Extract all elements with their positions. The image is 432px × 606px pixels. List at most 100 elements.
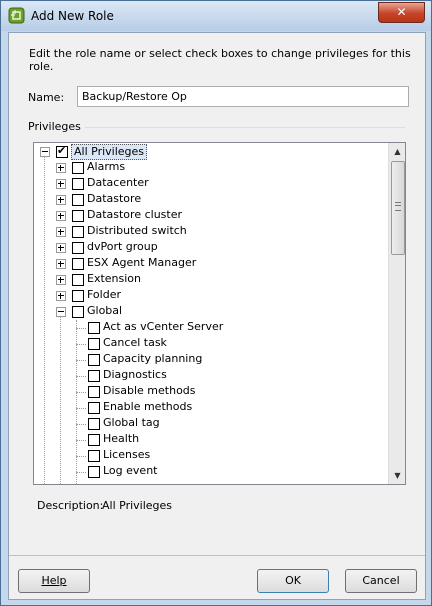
description-value: All Privileges <box>102 499 173 512</box>
tree-node-label: Log event <box>103 464 158 477</box>
window-title: Add New Role <box>31 9 114 23</box>
tree-node-label: Global tag <box>103 416 160 429</box>
expand-icon[interactable] <box>56 163 66 173</box>
tree-node-datastore[interactable]: Datastore <box>34 192 386 208</box>
privilege-checkbox[interactable] <box>72 242 84 254</box>
expand-icon[interactable] <box>56 259 66 269</box>
tree-node-label: Folder <box>87 288 121 301</box>
scroll-down-arrow-icon[interactable]: ▼ <box>389 467 405 484</box>
help-button[interactable]: Help <box>18 569 90 593</box>
tree-node-global[interactable]: Global <box>34 304 386 320</box>
ok-button[interactable]: OK <box>257 569 329 593</box>
tree-node-folder[interactable]: Folder <box>34 288 386 304</box>
tree-node-label: Cancel task <box>103 336 167 349</box>
tree-node-log-event[interactable]: Log event <box>34 464 386 480</box>
button-separator <box>9 555 425 556</box>
privilege-checkbox[interactable] <box>72 274 84 286</box>
tree-node-label: Global <box>87 304 123 317</box>
grip-icon <box>395 202 401 211</box>
tree-node-disable-methods[interactable]: Disable methods <box>34 384 386 400</box>
tree-node-label: dvPort group <box>87 240 158 253</box>
expand-icon[interactable] <box>56 291 66 301</box>
tree-node-label: Diagnostics <box>103 368 167 381</box>
privileges-tree[interactable]: All PrivilegesAlarms Datacenter Datastore D… <box>33 142 406 485</box>
vertical-scrollbar[interactable]: ▲ ▼ <box>388 143 405 484</box>
privilege-checkbox[interactable] <box>56 144 68 158</box>
tree-node-distributed-switch[interactable]: Distributed switch <box>34 224 386 240</box>
privilege-checkbox[interactable] <box>72 258 84 270</box>
tree-node-label: Datastore <box>87 192 142 205</box>
tree-node-label: Act as vCenter Server <box>103 320 224 333</box>
tree-node-label: Extension <box>87 272 142 285</box>
scroll-thumb[interactable] <box>391 161 405 255</box>
privilege-checkbox[interactable] <box>72 178 84 190</box>
privilege-checkbox[interactable] <box>88 466 100 478</box>
name-label: Name: <box>28 91 65 104</box>
expand-icon[interactable] <box>56 179 66 189</box>
close-icon: ✕ <box>396 5 407 19</box>
tree-node-health[interactable]: Health <box>34 432 386 448</box>
tree-node-label: Disable methods <box>103 384 196 397</box>
tree-connector <box>76 320 78 484</box>
expand-icon[interactable] <box>56 211 66 221</box>
title-bar[interactable]: Add New Role ✕ <box>1 1 431 31</box>
tree-node-licenses[interactable]: Licenses <box>34 448 386 464</box>
expand-icon[interactable] <box>56 275 66 285</box>
tree-node-datastore-cluster[interactable]: Datastore cluster <box>34 208 386 224</box>
privilege-checkbox[interactable] <box>88 434 100 446</box>
privilege-checkbox[interactable] <box>88 370 100 382</box>
tree-node-enable-methods[interactable]: Enable methods <box>34 400 386 416</box>
tree-node-capacity-planning[interactable]: Capacity planning <box>34 352 386 368</box>
privilege-checkbox[interactable] <box>72 226 84 238</box>
privilege-checkbox[interactable] <box>88 402 100 414</box>
tree-connector <box>60 316 62 484</box>
instructions-text: Edit the role name or select check boxes… <box>29 47 411 73</box>
role-name-input[interactable]: Backup/Restore Op <box>77 86 409 107</box>
privilege-checkbox[interactable] <box>72 194 84 206</box>
expand-icon[interactable] <box>56 195 66 205</box>
cancel-button[interactable]: Cancel <box>345 569 417 593</box>
tree-node-label: Licenses <box>103 448 151 461</box>
vsphere-app-icon <box>8 7 25 24</box>
tree-node-dvport-group[interactable]: dvPort group <box>34 240 386 256</box>
privilege-checkbox[interactable] <box>88 354 100 366</box>
close-button[interactable]: ✕ <box>378 2 425 23</box>
tree-node-label: Datastore cluster <box>87 208 182 221</box>
privilege-checkbox[interactable] <box>88 418 100 430</box>
tree-node-label: Alarms <box>87 160 126 173</box>
help-button-label: Help <box>41 574 67 587</box>
tree-connector <box>44 156 46 484</box>
privilege-checkbox[interactable] <box>72 306 84 318</box>
tree-node-extension[interactable]: Extension <box>34 272 386 288</box>
tree-node-datacenter[interactable]: Datacenter <box>34 176 386 192</box>
dialog-body: Edit the role name or select check boxes… <box>8 32 426 600</box>
tree-node-label: Enable methods <box>103 400 193 413</box>
tree-node-label: All Privileges <box>71 144 148 160</box>
tree-node-global-tag[interactable]: Global tag <box>34 416 386 432</box>
expand-icon[interactable] <box>56 243 66 253</box>
privilege-checkbox[interactable] <box>88 322 100 334</box>
tree-node-label: Datacenter <box>87 176 149 189</box>
expand-icon[interactable] <box>56 227 66 237</box>
tree-node-label: Distributed switch <box>87 224 187 237</box>
add-new-role-dialog: Add New Role ✕ Edit the role name or sel… <box>0 0 432 606</box>
scroll-up-arrow-icon[interactable]: ▲ <box>389 143 405 160</box>
privilege-checkbox[interactable] <box>72 162 84 174</box>
tree-node-act-as-vcenter-server[interactable]: Act as vCenter Server <box>34 320 386 336</box>
tree-node-label: Capacity planning <box>103 352 203 365</box>
tree-node-alarms[interactable]: Alarms <box>34 160 386 176</box>
tree-node-diagnostics[interactable]: Diagnostics <box>34 368 386 384</box>
privilege-checkbox[interactable] <box>72 210 84 222</box>
privilege-checkbox[interactable] <box>88 386 100 398</box>
tree-node-label: Health <box>103 432 140 445</box>
privileges-label: Privileges <box>28 120 81 133</box>
tree-node-all-privileges[interactable]: All Privileges <box>34 144 386 160</box>
tree-node-esx-agent-manager[interactable]: ESX Agent Manager <box>34 256 386 272</box>
privilege-checkbox[interactable] <box>72 290 84 302</box>
privileges-divider <box>85 127 405 128</box>
tree-node-cancel-task[interactable]: Cancel task <box>34 336 386 352</box>
privilege-checkbox[interactable] <box>88 450 100 462</box>
privilege-checkbox[interactable] <box>88 338 100 350</box>
description-label: Description: <box>37 499 104 512</box>
tree-node-label: ESX Agent Manager <box>87 256 197 269</box>
